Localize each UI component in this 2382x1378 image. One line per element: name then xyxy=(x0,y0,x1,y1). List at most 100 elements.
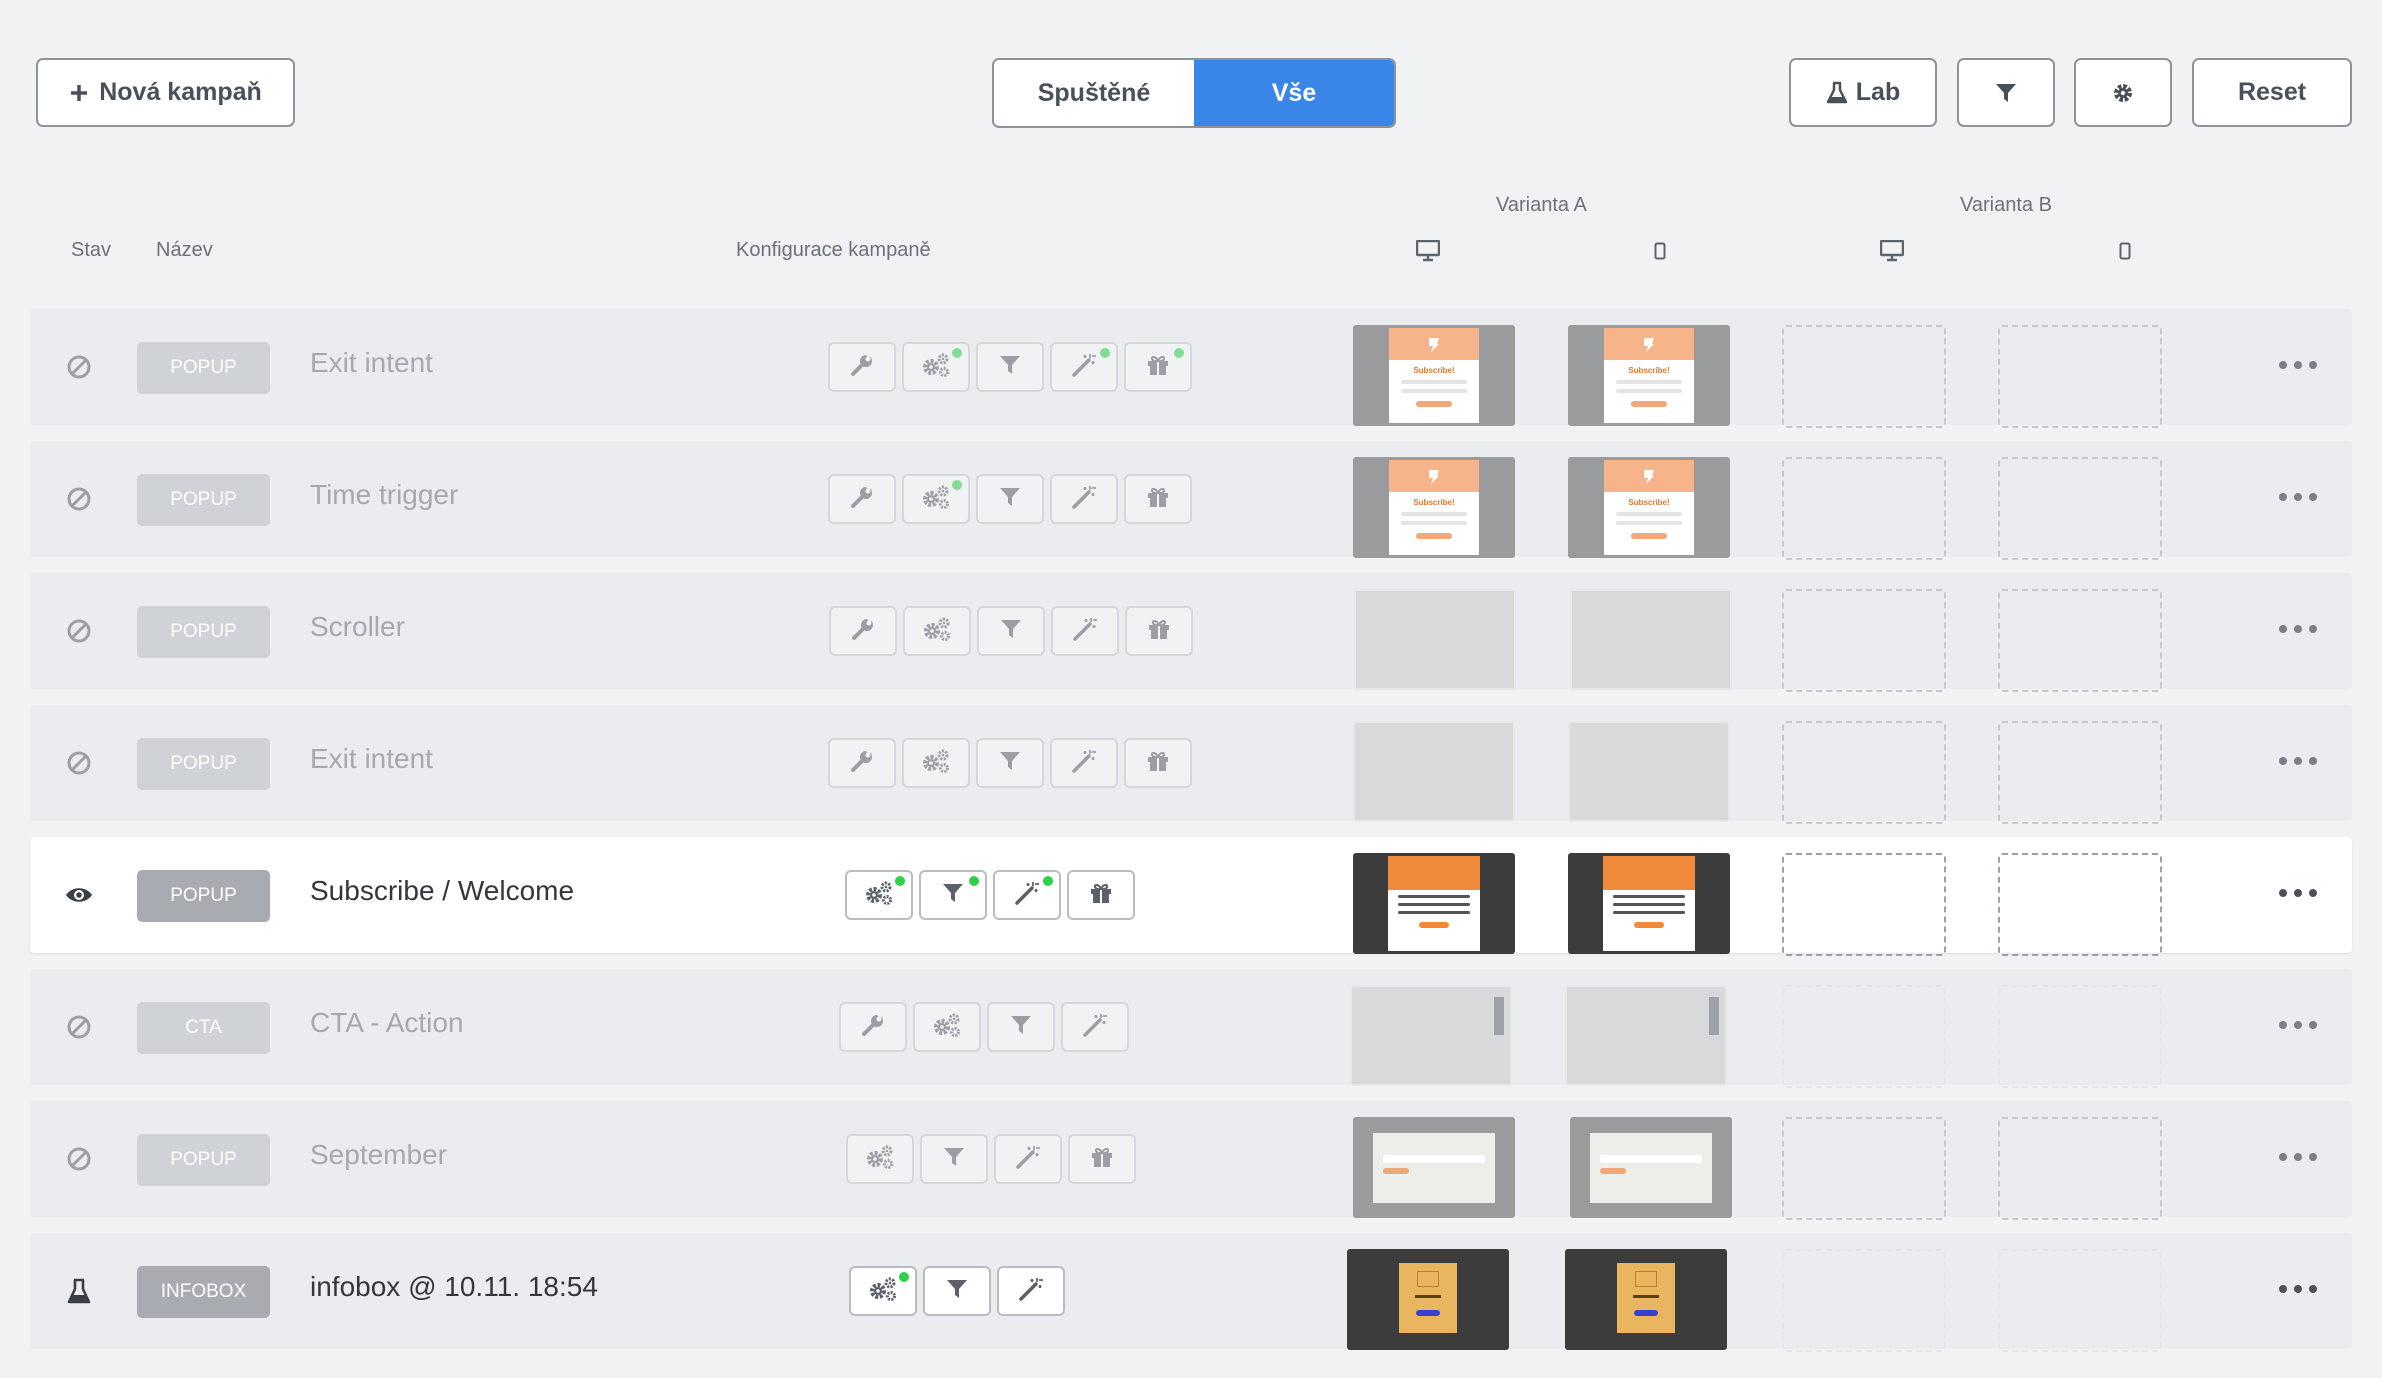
config-filter-button[interactable] xyxy=(920,1134,988,1184)
campaign-name[interactable]: Exit intent xyxy=(310,347,433,379)
empty-variant-slot[interactable] xyxy=(1998,853,2162,956)
campaign-row[interactable]: INFOBOX infobox @ 10.11. 18:54 xyxy=(30,1233,2352,1352)
more-options-button[interactable] xyxy=(2274,1145,2322,1169)
campaign-name[interactable]: Scroller xyxy=(310,611,405,643)
campaign-filter-toggle[interactable]: Spuštěné Vše xyxy=(992,58,1396,128)
empty-variant-slot[interactable] xyxy=(1998,985,2162,1088)
campaign-row[interactable]: POPUP Exit intent xyxy=(30,705,2352,824)
more-options-button[interactable] xyxy=(2274,617,2322,641)
lab-icon[interactable] xyxy=(64,1276,94,1306)
config-wand-button[interactable] xyxy=(1050,738,1118,788)
config-gift-button[interactable] xyxy=(1068,1134,1136,1184)
empty-variant-slot[interactable] xyxy=(1998,721,2162,824)
disabled-icon[interactable] xyxy=(64,616,94,646)
empty-variant-slot[interactable] xyxy=(1782,853,1946,956)
empty-variant-slot[interactable] xyxy=(1782,325,1946,428)
campaign-name[interactable]: CTA - Action xyxy=(310,1007,464,1039)
variant-preview-thumbnail[interactable]: Subscribe! xyxy=(1568,325,1730,426)
campaign-row[interactable]: POPUP Time trigger Subscribe! Subscribe! xyxy=(30,441,2352,560)
config-wrench-button[interactable] xyxy=(828,474,896,524)
campaign-name[interactable]: infobox @ 10.11. 18:54 xyxy=(310,1271,598,1303)
empty-variant-slot[interactable] xyxy=(1998,589,2162,692)
variant-preview-thumbnail[interactable] xyxy=(1570,589,1732,690)
more-options-button[interactable] xyxy=(2274,353,2322,377)
empty-variant-slot[interactable] xyxy=(1782,457,1946,560)
variant-preview-thumbnail[interactable] xyxy=(1353,853,1515,954)
filter-running-option[interactable]: Spuštěné xyxy=(994,60,1194,126)
campaign-row[interactable]: CTA CTA - Action xyxy=(30,969,2352,1088)
config-wand-button[interactable] xyxy=(1061,1002,1129,1052)
config-gears-button[interactable] xyxy=(845,870,913,920)
disabled-icon[interactable] xyxy=(64,748,94,778)
variant-preview-thumbnail[interactable] xyxy=(1565,1249,1727,1350)
variant-preview-thumbnail[interactable]: Subscribe! xyxy=(1568,457,1730,558)
new-campaign-button[interactable]: Nová kampaň xyxy=(36,58,295,127)
config-filter-button[interactable] xyxy=(923,1266,991,1316)
config-wand-button[interactable] xyxy=(1050,474,1118,524)
more-options-button[interactable] xyxy=(2274,485,2322,509)
empty-variant-slot[interactable] xyxy=(1782,1117,1946,1220)
disabled-icon[interactable] xyxy=(64,352,94,382)
empty-variant-slot[interactable] xyxy=(1998,1117,2162,1220)
empty-variant-slot[interactable] xyxy=(1998,325,2162,428)
config-wand-button[interactable] xyxy=(993,870,1061,920)
disabled-icon[interactable] xyxy=(64,1012,94,1042)
more-options-button[interactable] xyxy=(2274,1013,2322,1037)
disabled-icon[interactable] xyxy=(64,1144,94,1174)
config-wand-button[interactable] xyxy=(1050,342,1118,392)
settings-button[interactable] xyxy=(2074,58,2172,127)
config-gift-button[interactable] xyxy=(1124,738,1192,788)
config-filter-button[interactable] xyxy=(976,738,1044,788)
campaign-row[interactable]: POPUP Exit intent Subscribe! Subscribe! xyxy=(30,309,2352,428)
config-wrench-button[interactable] xyxy=(839,1002,907,1052)
config-wand-button[interactable] xyxy=(994,1134,1062,1184)
variant-preview-thumbnail[interactable] xyxy=(1353,1117,1515,1218)
config-gears-button[interactable] xyxy=(849,1266,917,1316)
more-options-button[interactable] xyxy=(2274,1277,2322,1301)
campaign-name[interactable]: Time trigger xyxy=(310,479,458,511)
variant-preview-thumbnail[interactable] xyxy=(1347,1249,1509,1350)
lab-button[interactable]: Lab xyxy=(1789,58,1937,127)
more-options-button[interactable] xyxy=(2274,881,2322,905)
variant-preview-thumbnail[interactable] xyxy=(1350,985,1512,1086)
reset-button[interactable]: Reset xyxy=(2192,58,2352,127)
campaign-row[interactable]: POPUP Scroller xyxy=(30,573,2352,692)
variant-preview-thumbnail[interactable] xyxy=(1354,589,1516,690)
visible-icon[interactable] xyxy=(64,880,94,910)
config-filter-button[interactable] xyxy=(977,606,1045,656)
variant-preview-thumbnail[interactable]: Subscribe! xyxy=(1353,457,1515,558)
variant-preview-thumbnail[interactable] xyxy=(1353,721,1515,822)
config-gears-button[interactable] xyxy=(846,1134,914,1184)
config-filter-button[interactable] xyxy=(919,870,987,920)
config-gears-button[interactable] xyxy=(902,342,970,392)
config-gift-button[interactable] xyxy=(1124,474,1192,524)
campaign-row[interactable]: POPUP September xyxy=(30,1101,2352,1220)
filter-button[interactable] xyxy=(1957,58,2055,127)
config-filter-button[interactable] xyxy=(976,474,1044,524)
campaign-name[interactable]: September xyxy=(310,1139,447,1171)
config-gift-button[interactable] xyxy=(1067,870,1135,920)
config-wand-button[interactable] xyxy=(997,1266,1065,1316)
campaign-name[interactable]: Exit intent xyxy=(310,743,433,775)
empty-variant-slot[interactable] xyxy=(1782,1249,1946,1352)
config-gears-button[interactable] xyxy=(902,474,970,524)
disabled-icon[interactable] xyxy=(64,484,94,514)
empty-variant-slot[interactable] xyxy=(1782,721,1946,824)
config-wrench-button[interactable] xyxy=(828,342,896,392)
filter-all-option[interactable]: Vše xyxy=(1194,60,1394,126)
config-filter-button[interactable] xyxy=(987,1002,1055,1052)
empty-variant-slot[interactable] xyxy=(1782,589,1946,692)
variant-preview-thumbnail[interactable] xyxy=(1565,985,1727,1086)
variant-preview-thumbnail[interactable] xyxy=(1570,1117,1732,1218)
config-gears-button[interactable] xyxy=(913,1002,981,1052)
empty-variant-slot[interactable] xyxy=(1998,457,2162,560)
empty-variant-slot[interactable] xyxy=(1998,1249,2162,1352)
variant-preview-thumbnail[interactable] xyxy=(1568,853,1730,954)
config-gift-button[interactable] xyxy=(1125,606,1193,656)
config-wrench-button[interactable] xyxy=(828,738,896,788)
config-wrench-button[interactable] xyxy=(829,606,897,656)
config-gears-button[interactable] xyxy=(902,738,970,788)
campaign-name[interactable]: Subscribe / Welcome xyxy=(310,875,574,907)
config-gift-button[interactable] xyxy=(1124,342,1192,392)
variant-preview-thumbnail[interactable]: Subscribe! xyxy=(1353,325,1515,426)
